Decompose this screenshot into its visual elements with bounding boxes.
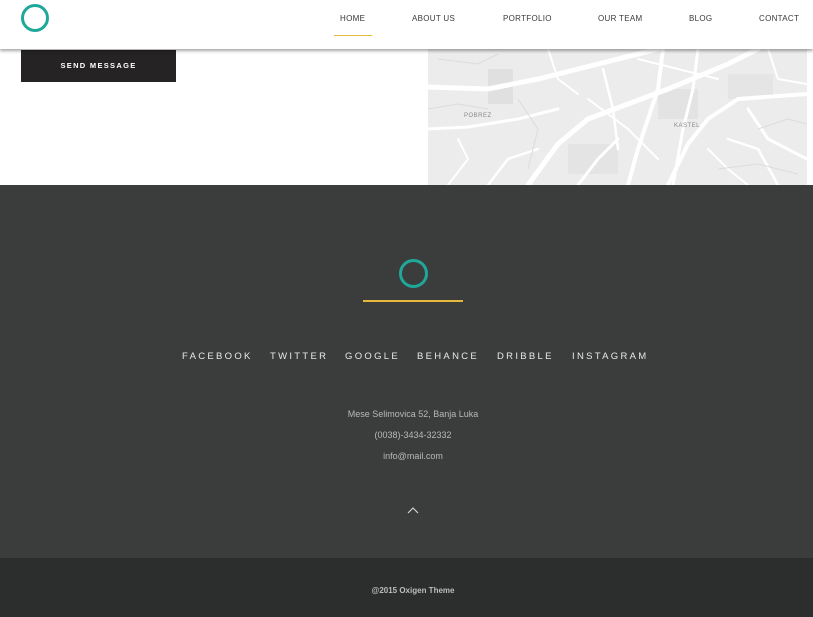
- social-link-behance[interactable]: BEHANCE: [417, 351, 479, 362]
- copyright-bar: @2015 Oxigen Theme: [0, 558, 813, 617]
- social-link-facebook[interactable]: FACEBOOK: [182, 351, 253, 362]
- main-nav: HOME ABOUT US PORTFOLIO OUR TEAM BLOG CO…: [0, 14, 813, 34]
- nav-item-about-us[interactable]: ABOUT US: [412, 14, 455, 23]
- site-footer: FACEBOOK TWITTER GOOGLE BEHANCE DRIBBLE …: [0, 185, 813, 558]
- nav-item-contact[interactable]: CONTACT: [759, 14, 799, 23]
- footer-phone: (0038)-3434-32332: [374, 430, 452, 440]
- social-link-google[interactable]: GOOGLE: [345, 351, 400, 362]
- active-nav-indicator: [334, 35, 372, 36]
- contact-section: SEND MESSAGE POBREZ KASTEL: [0, 49, 813, 185]
- nav-item-our-team[interactable]: OUR TEAM: [598, 14, 642, 23]
- nav-item-portfolio[interactable]: PORTFOLIO: [503, 14, 552, 23]
- map-label-kastel: KASTEL: [674, 123, 701, 129]
- send-message-button[interactable]: SEND MESSAGE: [21, 50, 176, 82]
- nav-item-home[interactable]: HOME: [340, 14, 365, 23]
- social-link-twitter[interactable]: TWITTER: [270, 351, 328, 362]
- location-map[interactable]: POBREZ KASTEL: [428, 49, 807, 185]
- footer-address: Mese Selimovica 52, Banja Luka: [347, 409, 479, 419]
- nav-item-blog[interactable]: BLOG: [689, 14, 712, 23]
- map-edge: [807, 49, 813, 185]
- copyright-text: @2015 Oxigen Theme: [371, 586, 455, 595]
- site-header: HOME ABOUT US PORTFOLIO OUR TEAM BLOG CO…: [0, 0, 813, 49]
- map-label-pobrez: POBREZ: [464, 113, 492, 119]
- social-link-dribble[interactable]: DRIBBLE: [497, 351, 554, 362]
- social-link-instagram[interactable]: INSTAGRAM: [572, 351, 648, 362]
- footer-email[interactable]: info@mail.com: [0, 451, 813, 461]
- chevron-up-icon[interactable]: [407, 506, 419, 514]
- footer-divider: [363, 300, 463, 302]
- footer-ring-logo-icon: [399, 259, 428, 288]
